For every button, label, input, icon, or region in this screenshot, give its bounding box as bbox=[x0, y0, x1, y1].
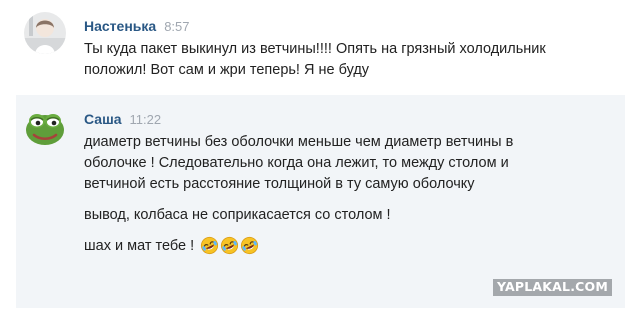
message-sasha: Саша 11:22 диаметр ветчины без оболочки м… bbox=[16, 95, 625, 308]
rofl-emoji-icon bbox=[240, 236, 259, 255]
emoji-group bbox=[200, 236, 260, 262]
message-text: Ты куда пакет выкинул из ветчины!!!! Опя… bbox=[84, 39, 554, 81]
message-time[interactable]: 8:57 bbox=[164, 19, 189, 34]
message-header: Настенька 8:57 bbox=[84, 17, 190, 36]
author-name[interactable]: Саша bbox=[84, 111, 122, 127]
pepe-frog-avatar-icon bbox=[24, 106, 66, 148]
author-name[interactable]: Настенька bbox=[84, 18, 156, 34]
message-paragraph: вывод, колбаса не соприкасается со столо… bbox=[84, 207, 391, 223]
message-paragraph: Ты куда пакет выкинул из ветчины!!!! Опя… bbox=[84, 41, 546, 78]
message-paragraph: шах и мат тебе ! bbox=[84, 238, 195, 254]
rofl-emoji-icon bbox=[200, 236, 219, 255]
avatar-nastenka[interactable] bbox=[24, 12, 66, 54]
message-nastenka: Настенька 8:57 Ты куда пакет выкинул из в… bbox=[16, 0, 625, 90]
avatar-sasha[interactable] bbox=[24, 106, 66, 148]
message-paragraph-with-emojis: шах и мат тебе ! bbox=[84, 236, 554, 262]
message-text: диаметр ветчины без оболочки меньше чем … bbox=[84, 132, 554, 262]
watermark: YAPLAKAL.COM bbox=[492, 279, 612, 296]
message-time[interactable]: 11:22 bbox=[130, 112, 162, 127]
message-header: Саша 11:22 bbox=[84, 110, 161, 129]
rofl-emoji-icon bbox=[220, 236, 239, 255]
user-photo-avatar-icon bbox=[24, 12, 66, 54]
message-paragraph: диаметр ветчины без оболочки меньше чем … bbox=[84, 134, 514, 192]
